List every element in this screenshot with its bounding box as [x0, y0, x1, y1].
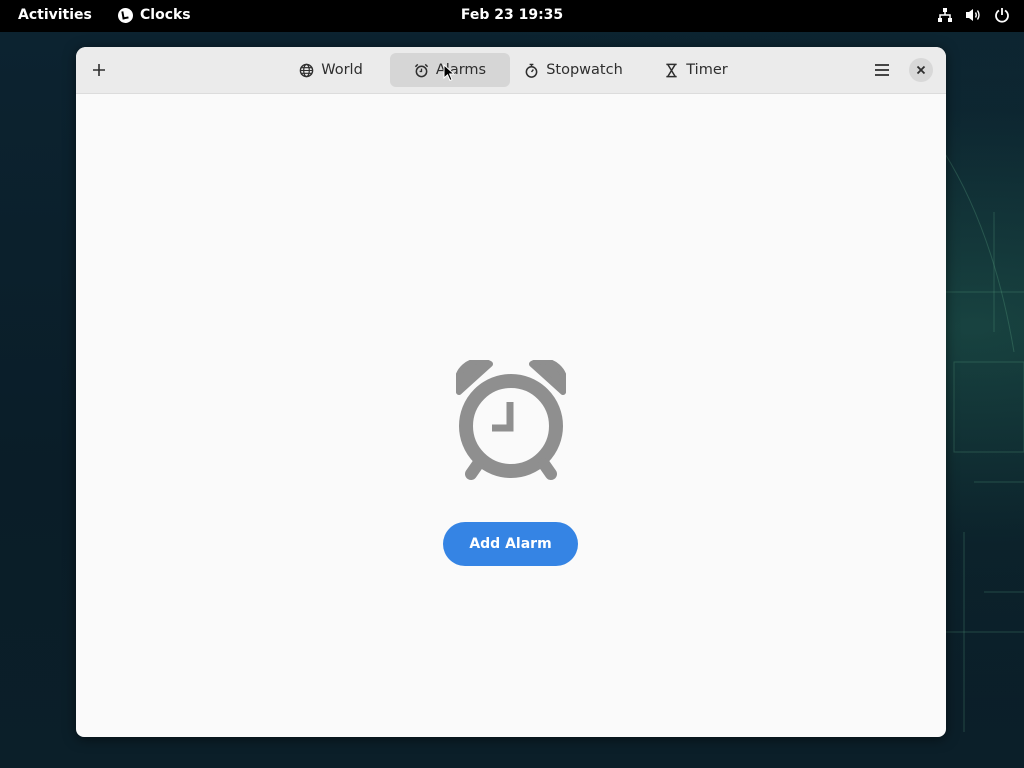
close-icon: [916, 65, 926, 75]
alarm-clock-icon: [456, 360, 566, 480]
wallpaper-pattern: [934, 151, 1024, 732]
globe-icon: [299, 63, 314, 77]
clock-app-icon: [118, 7, 133, 23]
tab-timer-label: Timer: [686, 62, 728, 78]
date-time-display[interactable]: Feb 23 19:35: [461, 7, 563, 23]
mouse-pointer-icon: [443, 64, 455, 82]
header-bar: World Alarms Stopwatch Timer: [76, 47, 946, 94]
alarms-page: Add Alarm: [76, 94, 946, 737]
app-menu[interactable]: Clocks: [118, 7, 191, 23]
alarm-clock-icon: [414, 63, 428, 77]
network-icon: [938, 8, 952, 22]
power-icon: [995, 8, 1009, 23]
hamburger-menu-icon: [875, 64, 889, 76]
tab-timer[interactable]: Timer: [651, 53, 741, 87]
app-menu-label: Clocks: [140, 7, 191, 23]
stopwatch-icon: [525, 63, 538, 78]
activities-button[interactable]: Activities: [18, 7, 92, 23]
view-switcher: World Alarms Stopwatch Timer: [76, 53, 946, 87]
tab-world-label: World: [321, 62, 363, 78]
main-menu-button[interactable]: [866, 54, 898, 86]
tab-world[interactable]: World: [281, 53, 381, 87]
volume-icon: [966, 9, 980, 21]
tab-stopwatch[interactable]: Stopwatch: [516, 53, 631, 87]
clocks-window: World Alarms Stopwatch Timer Add Alarm: [76, 47, 946, 737]
tab-stopwatch-label: Stopwatch: [546, 62, 623, 78]
top-bar: Activities Clocks Feb 23 19:35: [0, 0, 1024, 32]
close-button[interactable]: [909, 58, 933, 82]
hourglass-icon: [666, 63, 677, 77]
system-tray[interactable]: [937, 7, 1010, 23]
add-alarm-button[interactable]: Add Alarm: [443, 522, 578, 566]
